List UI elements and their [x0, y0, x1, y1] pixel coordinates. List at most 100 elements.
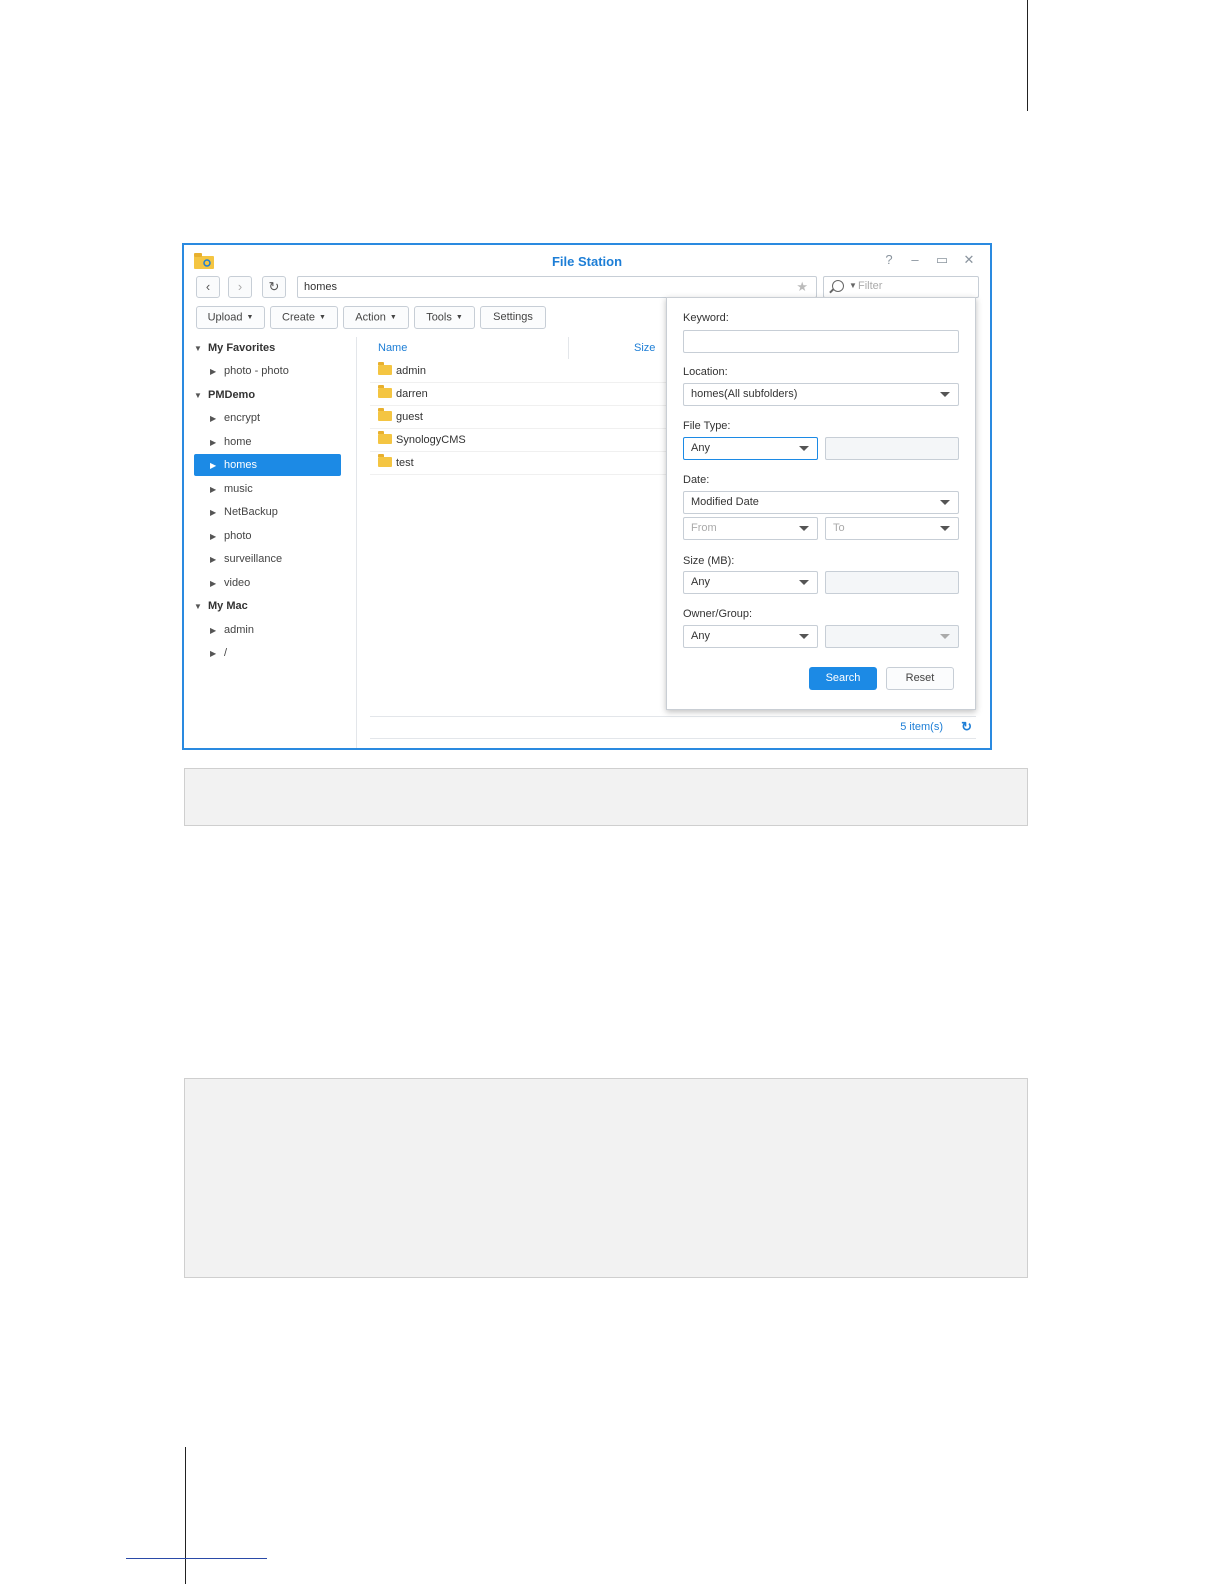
tree-item-encrypt[interactable]: ▶ encrypt — [194, 407, 342, 429]
date-type-select[interactable]: Modified Date — [683, 491, 959, 514]
path-text: homes — [304, 281, 338, 293]
collapsed-triangle-icon[interactable]: ▶ — [210, 643, 224, 665]
dropdown-arrow-icon — [940, 392, 950, 397]
location-select[interactable]: homes(All subfolders) — [683, 383, 959, 406]
tree-item-homes[interactable]: ▶ homes — [194, 454, 341, 476]
collapsed-triangle-icon[interactable]: ▶ — [210, 408, 224, 430]
tree-item-label: homes — [224, 459, 258, 471]
action-button[interactable]: Action ▼ — [343, 306, 409, 329]
column-header-size[interactable]: Size — [634, 337, 655, 359]
file-row[interactable]: guest — [370, 406, 670, 429]
size-value-input[interactable] — [825, 571, 959, 594]
tree-item-home[interactable]: ▶ home — [194, 431, 342, 453]
help-icon[interactable]: ? — [881, 252, 897, 268]
tree-group-my-mac[interactable]: ▼ My Mac — [194, 595, 342, 617]
tree-item-label: admin — [224, 624, 254, 636]
size-value: Any — [691, 576, 710, 588]
collapsed-triangle-icon[interactable]: ▶ — [210, 620, 224, 642]
tools-label: Tools — [426, 311, 452, 324]
collapsed-triangle-icon[interactable]: ▶ — [210, 549, 224, 571]
dropdown-arrow-icon — [799, 446, 809, 451]
column-divider[interactable] — [568, 337, 569, 359]
sidebar-tree: ▼ My Favorites ▶ photo - photo ▼ PMDemo ▶ en… — [184, 337, 357, 748]
size-select[interactable]: Any — [683, 571, 818, 594]
file-row[interactable]: darren — [370, 383, 670, 406]
search-button[interactable]: Search — [809, 667, 877, 690]
item-count: 5 item(s) — [900, 721, 943, 733]
tree-item-video[interactable]: ▶ video — [194, 572, 342, 594]
create-button[interactable]: Create ▼ — [270, 306, 338, 329]
tree-group-pmdemo[interactable]: ▼ PMDemo — [194, 384, 342, 406]
collapsed-triangle-icon[interactable]: ▶ — [210, 479, 224, 501]
collapsed-triangle-icon[interactable]: ▶ — [210, 526, 224, 548]
expand-triangle-icon[interactable]: ▼ — [194, 385, 208, 407]
status-divider — [370, 716, 976, 717]
close-icon[interactable]: ✕ — [961, 252, 977, 268]
collapsed-triangle-icon[interactable]: ▶ — [210, 573, 224, 595]
forward-button[interactable]: › — [228, 276, 252, 298]
owner-name-select[interactable] — [825, 625, 959, 648]
column-header-name[interactable]: Name — [378, 337, 407, 359]
minimize-icon[interactable]: – — [907, 252, 923, 268]
date-from-placeholder: From — [691, 522, 717, 534]
dropdown-arrow-icon — [940, 526, 950, 531]
file-type-select[interactable]: Any — [683, 437, 818, 460]
tree-item-label: encrypt — [224, 412, 261, 424]
path-bar[interactable]: homes ★ — [297, 276, 817, 298]
keyword-label: Keyword: — [683, 312, 729, 324]
owner-group-value: Any — [691, 630, 710, 642]
collapsed-triangle-icon[interactable]: ▶ — [210, 361, 224, 383]
keyword-input[interactable] — [683, 330, 959, 353]
tree-item-photo-photo[interactable]: ▶ photo - photo — [194, 360, 342, 382]
tree-group-my-favorites[interactable]: ▼ My Favorites — [194, 337, 342, 359]
tree-item-admin[interactable]: ▶ admin — [194, 619, 342, 641]
file-name: admin — [396, 365, 426, 377]
reset-button[interactable]: Reset — [886, 667, 954, 690]
search-icon[interactable] — [832, 280, 844, 292]
chevron-right-icon: › — [237, 279, 243, 294]
star-icon[interactable]: ★ — [796, 277, 808, 297]
owner-group-select[interactable]: Any — [683, 625, 818, 648]
note-box — [184, 768, 1028, 826]
date-from-select[interactable]: From — [683, 517, 818, 540]
refresh-icon[interactable]: ↻ — [961, 719, 972, 735]
collapsed-triangle-icon[interactable]: ▶ — [210, 502, 224, 524]
date-to-select[interactable]: To — [825, 517, 959, 540]
file-name: test — [396, 457, 414, 469]
tree-item-music[interactable]: ▶ music — [194, 478, 342, 500]
title-bar: File Station ? – ▭ ✕ — [184, 245, 990, 275]
caret-down-icon: ▼ — [455, 314, 463, 321]
date-to-placeholder: To — [833, 522, 845, 534]
tree-item-root[interactable]: ▶ / — [194, 642, 342, 664]
back-button[interactable]: ‹ — [196, 276, 220, 298]
filter-input[interactable]: ▼ Filter — [823, 276, 979, 298]
file-extension-input[interactable] — [825, 437, 959, 460]
tree-item-label: / — [224, 647, 228, 659]
expand-triangle-icon[interactable]: ▼ — [194, 338, 208, 360]
expand-triangle-icon[interactable]: ▼ — [194, 596, 208, 618]
tree-item-photo[interactable]: ▶ photo — [194, 525, 342, 547]
tree-item-netbackup[interactable]: ▶ NetBackup — [194, 501, 342, 523]
tree-item-label: photo — [224, 530, 252, 542]
caret-down-icon: ▼ — [389, 314, 397, 321]
refresh-button[interactable]: ↻ — [262, 276, 286, 298]
collapsed-triangle-icon[interactable]: ▶ — [210, 455, 224, 477]
maximize-icon[interactable]: ▭ — [934, 252, 950, 268]
tools-button[interactable]: Tools ▼ — [414, 306, 475, 329]
upload-label: Upload — [207, 311, 243, 324]
tree-item-label: photo - photo — [224, 365, 289, 377]
tree-item-label: NetBackup — [224, 506, 278, 518]
location-value: homes(All subfolders) — [691, 388, 798, 400]
date-label: Date: — [683, 474, 710, 486]
upload-button[interactable]: Upload ▼ — [196, 306, 265, 329]
folder-icon — [378, 362, 392, 375]
folder-icon — [378, 408, 392, 421]
file-row[interactable]: admin — [370, 360, 670, 383]
settings-button[interactable]: Settings — [480, 306, 546, 329]
caret-down-icon[interactable]: ▼ — [849, 281, 857, 290]
collapsed-triangle-icon[interactable]: ▶ — [210, 432, 224, 454]
file-row[interactable]: test — [370, 452, 670, 475]
tree-item-surveillance[interactable]: ▶ surveillance — [194, 548, 342, 570]
tree-item-label: music — [224, 483, 253, 495]
file-row[interactable]: SynologyCMS — [370, 429, 670, 452]
